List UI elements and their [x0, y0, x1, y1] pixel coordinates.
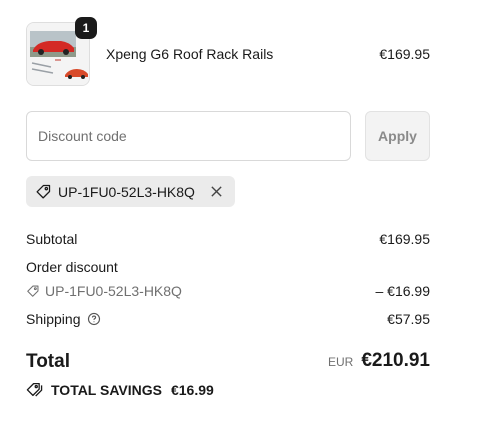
help-circle-icon[interactable]	[87, 312, 101, 326]
cart-line-item: 1 Xpeng G6 Roof Rack Rails €169.95	[26, 17, 430, 86]
total-savings-amount: €16.99	[170, 381, 214, 398]
close-icon	[211, 186, 223, 197]
order-discount-label: Order discount	[26, 259, 118, 275]
order-discount-row: Order discount	[26, 259, 430, 275]
discount-form: Apply	[26, 111, 430, 161]
currency-code: EUR	[327, 355, 354, 369]
apply-discount-button[interactable]: Apply	[365, 111, 430, 161]
shipping-value: €57.95	[387, 311, 430, 327]
tag-icon	[26, 284, 40, 298]
discount-code-input[interactable]	[26, 111, 351, 161]
quantity-badge: 1	[75, 17, 97, 39]
tag-icon	[35, 183, 52, 200]
total-label: Total	[26, 351, 70, 372]
product-name: Xpeng G6 Roof Rack Rails	[106, 46, 274, 62]
order-discount-value: – €16.99	[375, 283, 431, 299]
applied-discount-tag: UP-1FU0-52L3-HK8Q	[26, 176, 235, 207]
order-discount-code-row: UP-1FU0-52L3-HK8Q – €16.99	[26, 283, 430, 299]
order-discount-code: UP-1FU0-52L3-HK8Q	[45, 283, 182, 299]
subtotal-label: Subtotal	[26, 231, 78, 247]
total-savings-row: TOTAL SAVINGS €16.99	[26, 381, 214, 398]
product-price: €169.95	[379, 46, 430, 62]
tags-icon	[26, 381, 44, 398]
total-amount: €210.91	[361, 350, 430, 371]
subtotal-value: €169.95	[379, 231, 430, 247]
total-savings-label: TOTAL SAVINGS	[51, 381, 162, 398]
shipping-row: Shipping €57.95	[26, 311, 430, 327]
applied-discount-code: UP-1FU0-52L3-HK8Q	[58, 183, 195, 200]
remove-discount-button[interactable]	[209, 184, 225, 200]
shipping-label: Shipping	[26, 311, 81, 327]
total-row: Total EUR €210.91	[26, 350, 430, 374]
subtotal-row: Subtotal €169.95	[26, 231, 430, 247]
